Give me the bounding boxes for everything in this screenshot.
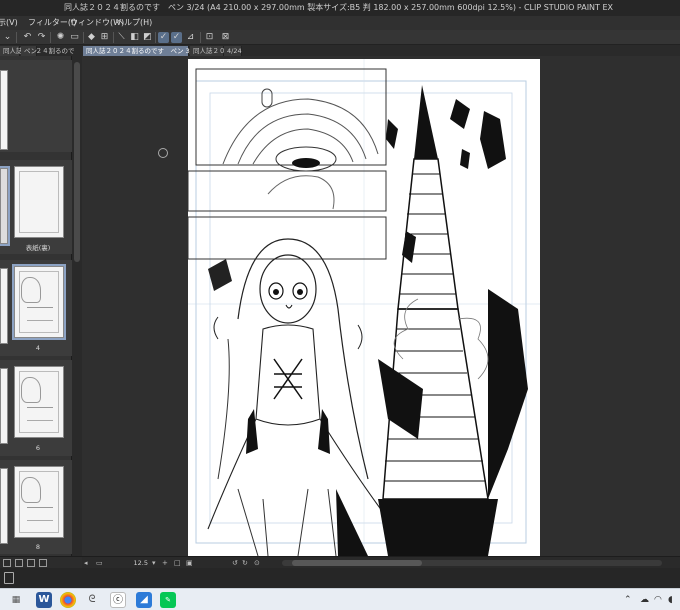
word-icon[interactable]: W xyxy=(36,592,52,608)
page-group: 6 xyxy=(0,360,72,456)
undo-icon[interactable]: ↶ xyxy=(22,32,33,43)
page-panel-scrollbar[interactable] xyxy=(72,56,82,556)
tab-current-page[interactable]: 同人誌２０２４割るのです ペン 3/24 xyxy=(83,46,200,56)
scrollbar-thumb[interactable] xyxy=(292,560,422,566)
menu-bar: 示(V) フィルター(I) ウィンドウ(W) ヘルプ(H) xyxy=(0,16,680,30)
tab-label: 同人誌２０２４割るので xyxy=(3,47,75,55)
horizontal-scrollbar[interactable] xyxy=(282,560,662,566)
page-thumbnail[interactable] xyxy=(0,268,8,344)
page-group xyxy=(0,60,72,152)
page-thumbnail[interactable] xyxy=(0,468,8,544)
loading-icon[interactable]: ✺ xyxy=(55,32,66,43)
menu-help[interactable]: ヘルプ(H) xyxy=(116,16,152,30)
edge-icon[interactable]: ᘓ xyxy=(84,592,100,608)
page-thumbnail-cover-back[interactable] xyxy=(14,166,64,238)
windows-taskbar: ▦ W ᘓ ⓒ ◢ ✎ ⌃ ☁ ◠ ◖ xyxy=(0,588,680,610)
window-title: 同人誌２０２４割るのです ペン 3/24 (A4 210.00 x 297.00… xyxy=(64,3,614,12)
scrollbar-thumb[interactable] xyxy=(74,62,80,262)
brush-cursor-icon xyxy=(158,148,168,158)
page-thumbnail[interactable] xyxy=(0,166,10,246)
snap-grid-icon[interactable]: ⊿ xyxy=(185,32,196,43)
snap-special-ruler-icon[interactable]: ✓ xyxy=(171,32,182,43)
clear-layer-icon[interactable]: ▭ xyxy=(69,32,80,43)
dropdown-icon[interactable]: ⌄ xyxy=(2,32,13,43)
canvas-status-bar: ◂ ▭ 12.5 ▾ + □ ▣ ↺ ↻ ⊙ xyxy=(82,556,680,568)
fit-page-icon[interactable]: ▣ xyxy=(186,559,193,567)
tray-chevron-icon[interactable]: ⌃ xyxy=(624,595,632,605)
network-icon[interactable]: ◠ xyxy=(654,595,662,605)
clip-studio-icon[interactable]: ⓒ xyxy=(110,592,126,608)
zoom-in-icon[interactable]: + xyxy=(162,559,168,567)
command-bar: ⌄ ↶ ↷ ✺ ▭ ◆ ⊞ ⟍ ◧ ◩ ✓ ✓ ⊿ ⊡ ⊠ xyxy=(0,30,680,45)
zoom-value[interactable]: 12.5 xyxy=(126,558,148,568)
canvas-tabs: 同人誌２０２４割るので ペン 同人誌２０２４割るのです ペン 3/24 同人誌２… xyxy=(0,45,680,56)
grid-icon[interactable]: ◧ xyxy=(129,32,140,43)
transform-icon[interactable]: ⊞ xyxy=(99,32,110,43)
panel-footer-strip xyxy=(0,568,680,588)
layer-option-icon[interactable] xyxy=(4,572,14,584)
page-view-icon[interactable] xyxy=(15,559,23,567)
manuscript-page[interactable] xyxy=(188,59,540,556)
page-group: 表紙(裏) xyxy=(0,160,72,254)
ruler-icon[interactable]: ⟍ xyxy=(116,32,127,43)
tab-label: 同人誌２０ xyxy=(193,47,226,55)
page-number: 4 xyxy=(35,344,41,352)
image-viewer-icon[interactable]: ◢ xyxy=(136,592,152,608)
settings-icon[interactable]: ⊡ xyxy=(204,32,215,43)
tab-label: 4/24 xyxy=(227,47,242,55)
page-manager-panel: 表紙(裏) 4 6 8 xyxy=(0,56,72,556)
menu-view[interactable]: 示(V) xyxy=(0,16,18,30)
line-art-illustration xyxy=(188,59,540,556)
zoom-slider-icon[interactable]: ▭ xyxy=(96,559,103,567)
page-thumbnail-6[interactable] xyxy=(14,366,64,438)
page-thumbnail-4[interactable] xyxy=(12,264,66,340)
guide-icon[interactable]: ◩ xyxy=(142,32,153,43)
reset-rotation-icon[interactable]: ⊙ xyxy=(254,559,260,567)
tower-illustration xyxy=(378,85,528,556)
page-thumbnail[interactable] xyxy=(0,70,8,150)
cloud-icon[interactable]: ☁ xyxy=(640,595,649,605)
page-settings-icon[interactable] xyxy=(27,559,35,567)
help-icon[interactable]: ⊠ xyxy=(220,32,231,43)
tab-next-page[interactable]: 同人誌２０ xyxy=(190,46,226,56)
fill-icon[interactable]: ◆ xyxy=(86,32,97,43)
tab-next-page-num[interactable]: 4/24 xyxy=(224,46,242,56)
page-thumbnail[interactable] xyxy=(0,368,8,444)
canvas-area[interactable] xyxy=(82,56,680,556)
tab-pen[interactable]: ペン xyxy=(21,46,37,56)
line-icon[interactable]: ✎ xyxy=(160,592,176,608)
page-list-icon[interactable] xyxy=(39,559,47,567)
rotate-left-icon[interactable]: ↺ xyxy=(232,559,238,567)
page-group: 4 xyxy=(0,260,72,356)
tab-doujinshi-prev[interactable]: 同人誌２０２４割るので xyxy=(0,46,75,56)
page-number: 6 xyxy=(35,444,41,452)
title-bar: 同人誌２０２４割るのです ペン 3/24 (A4 210.00 x 297.00… xyxy=(0,0,680,16)
start-icon[interactable]: ▦ xyxy=(8,592,24,608)
chrome-icon[interactable] xyxy=(60,592,76,608)
volume-icon[interactable]: ◖ xyxy=(668,595,673,605)
rotate-right-icon[interactable]: ↻ xyxy=(242,559,248,567)
page-number: 8 xyxy=(35,543,41,551)
add-page-icon[interactable] xyxy=(3,559,11,567)
scroll-left-icon[interactable]: ◂ xyxy=(84,559,88,567)
page-thumbnail-8[interactable] xyxy=(14,466,64,538)
zoom-out-icon[interactable]: ▾ xyxy=(152,559,156,567)
clip-studio-window: 同人誌２０２４割るのです ペン 3/24 (A4 210.00 x 297.00… xyxy=(0,0,680,610)
tab-label: ペン xyxy=(24,47,37,55)
fit-screen-icon[interactable]: □ xyxy=(174,559,181,567)
redo-icon[interactable]: ↷ xyxy=(36,32,47,43)
character-figure xyxy=(207,238,389,556)
tab-label: 同人誌２０２４割るのです ペン 3/24 xyxy=(86,47,201,55)
page-panel-footer xyxy=(0,556,82,568)
page-group: 8 xyxy=(0,460,72,554)
page-label: 表紙(裏) xyxy=(25,244,51,252)
snap-ruler-icon[interactable]: ✓ xyxy=(158,32,169,43)
